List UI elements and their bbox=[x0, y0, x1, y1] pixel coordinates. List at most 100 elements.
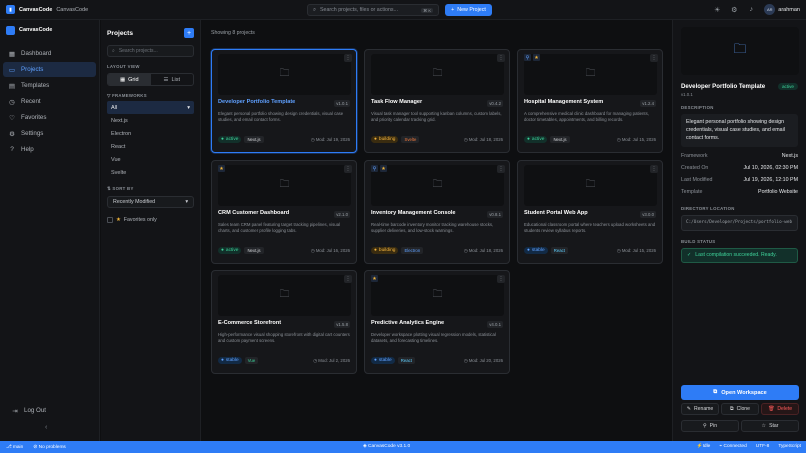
modified-date: ◷ Mod: Jul 16, 2026 bbox=[311, 248, 350, 254]
sidebar-item-recent[interactable]: ◷ Recent bbox=[3, 94, 96, 109]
star-icon: ★ bbox=[218, 165, 225, 172]
folder-icon: 🗀 bbox=[371, 54, 504, 95]
sidebar-item-label: Help bbox=[21, 146, 34, 153]
more-menu-icon[interactable]: ⋮ bbox=[344, 54, 352, 62]
status-text: active bbox=[531, 137, 545, 142]
add-project-button[interactable]: + bbox=[184, 28, 194, 38]
grid-view-button[interactable]: ▦ Grid bbox=[108, 74, 151, 85]
star-button[interactable]: ☆ Star bbox=[741, 420, 799, 432]
project-description: High-performance visual shopping storefr… bbox=[218, 332, 350, 344]
language-indicator[interactable]: TypeScript bbox=[778, 444, 801, 449]
problems-indicator[interactable]: ⊘ No problems bbox=[33, 445, 66, 450]
framework-label: Svelte bbox=[111, 169, 127, 176]
heart-icon: ♡ bbox=[9, 114, 15, 122]
delete-label: Delete bbox=[777, 406, 793, 412]
folder-icon: 🗀 bbox=[681, 27, 799, 75]
sort-select[interactable]: Recently Modified ▾ bbox=[107, 196, 194, 208]
avatar[interactable]: AR bbox=[764, 4, 776, 15]
detail-title: Developer Portfolio Template bbox=[681, 83, 766, 90]
project-card[interactable]: 🗀 ★ ⋮ CRM Customer Dashboard v2.1.0 Sale… bbox=[211, 160, 357, 264]
project-grid: Showing 8 projects 🗀 ⋮ Developer Portfol… bbox=[202, 20, 671, 441]
folder-icon: 🗀 bbox=[371, 275, 504, 316]
modified-text: Mod: Jul 19, 2026 bbox=[315, 136, 350, 142]
project-title: Inventory Management Console bbox=[371, 210, 456, 216]
top-bar: ▮ CanvasCode CanvasCode ⌕ Search project… bbox=[0, 0, 806, 20]
detail-key: Template bbox=[681, 188, 703, 195]
sidebar: CanvasCode ▦ Dashboard ▭ Projects ▤ Templat… bbox=[0, 20, 100, 441]
framework-item-svelte[interactable]: Svelte bbox=[107, 166, 194, 179]
user-name[interactable]: arahman bbox=[778, 7, 800, 13]
project-version: v3.0.0 bbox=[640, 211, 656, 218]
project-version: v0.4.2 bbox=[487, 100, 503, 107]
status-badge: active bbox=[777, 83, 798, 90]
project-card[interactable]: 🗀 ⋮ Developer Portfolio Template v1.0.1 … bbox=[211, 49, 357, 153]
pin-button[interactable]: ⚲ Pin bbox=[681, 420, 739, 432]
favorites-checkbox[interactable] bbox=[107, 217, 113, 223]
detail-actions: ✎ Rename ⧉ Clone 🗑 Delete bbox=[681, 403, 799, 415]
project-card[interactable]: 🗀 ⋮ Task Flow Manager v0.4.2 Visual task… bbox=[364, 49, 510, 153]
framework-item-vue[interactable]: Vue bbox=[107, 153, 194, 166]
sidebar-item-label: Templates bbox=[21, 82, 50, 89]
project-card[interactable]: 🗀 ⚲ ★ ⋮ Inventory Management Console v0.8… bbox=[364, 160, 510, 264]
framework-tag: Electron bbox=[401, 247, 424, 254]
folder-icon: 🗀 bbox=[218, 165, 351, 206]
more-menu-icon[interactable]: ⋮ bbox=[497, 165, 505, 173]
framework-item-all[interactable]: All ▾ bbox=[107, 101, 194, 114]
project-card[interactable]: 🗀 ★ ⋮ Predictive Analytics Engine v4.0.1… bbox=[364, 270, 510, 374]
branch-icon: ⎇ bbox=[6, 444, 13, 450]
directory-path[interactable]: C:/Users/Developer/Projects/portfolio-we… bbox=[681, 214, 798, 231]
sidebar-item-help[interactable]: ? Help bbox=[3, 142, 96, 157]
more-menu-icon[interactable]: ⋮ bbox=[497, 275, 505, 283]
detail-value: Portfolio Website bbox=[758, 188, 798, 195]
status-center: ◈ CanvasCode v3.1.0 bbox=[363, 444, 410, 449]
folder-icon: 🗀 bbox=[524, 54, 657, 95]
delete-button[interactable]: 🗑 Delete bbox=[761, 403, 799, 415]
framework-label: Vue bbox=[111, 156, 121, 163]
project-title: Hospital Management System bbox=[524, 99, 604, 105]
more-menu-icon[interactable]: ⋮ bbox=[344, 275, 352, 283]
global-search-input[interactable]: ⌕ Search projects, files or actions... ⌘… bbox=[307, 4, 439, 16]
sidebar-item-favorites[interactable]: ♡ Favorites bbox=[3, 110, 96, 125]
project-description: Sales team CRM panel featuring target tr… bbox=[218, 222, 341, 234]
theme-icon[interactable]: ☀ bbox=[713, 6, 721, 14]
modified-text: Mod: Jul 15, 2026 bbox=[621, 136, 656, 142]
grid-label: Grid bbox=[128, 76, 139, 83]
rename-button[interactable]: ✎ Rename bbox=[681, 403, 719, 415]
sidebar-item-projects[interactable]: ▭ Projects bbox=[3, 62, 96, 77]
status-badge: ● stable bbox=[218, 357, 242, 364]
sidebar-item-templates[interactable]: ▤ Templates bbox=[3, 78, 96, 93]
project-card[interactable]: 🗀 ⋮ E-Commerce Storefront v1.5.8 High-pe… bbox=[211, 270, 357, 374]
sidebar-item-dashboard[interactable]: ▦ Dashboard bbox=[3, 46, 96, 61]
framework-item-electron[interactable]: Electron bbox=[107, 127, 194, 140]
project-search-input[interactable]: ⌕ Search projects... bbox=[107, 45, 194, 57]
more-menu-icon[interactable]: ⋮ bbox=[497, 54, 505, 62]
project-description: Real-time barcode inventory monitor trac… bbox=[371, 222, 494, 234]
bell-icon[interactable]: ♪ bbox=[747, 6, 755, 14]
project-card[interactable]: 🗀 ⋮ Student Portal Web App v3.0.0 Educat… bbox=[517, 160, 663, 264]
more-menu-icon[interactable]: ⋮ bbox=[344, 165, 352, 173]
open-workspace-button[interactable]: ⧉ Open Workspace bbox=[681, 385, 799, 400]
project-title: E-Commerce Storefront bbox=[218, 320, 282, 326]
collapse-sidebar-icon[interactable]: ‹ bbox=[45, 424, 47, 431]
app-logo[interactable]: ▮ CanvasCode CanvasCode bbox=[0, 5, 100, 14]
branch-indicator[interactable]: ⎇ main bbox=[6, 445, 23, 450]
gear-icon[interactable]: ⚙ bbox=[730, 6, 738, 14]
modified-date: ◷ Mod: Jul 15, 2026 bbox=[617, 248, 656, 254]
detail-row-modified: Last Modified Jul 19, 2026, 12:10 PM bbox=[681, 177, 798, 183]
framework-item-nextjs[interactable]: Next.js bbox=[107, 114, 194, 127]
logo-icon bbox=[6, 25, 15, 35]
modified-text: Mod: Jul 15, 2026 bbox=[621, 247, 656, 253]
list-view-button[interactable]: ☰ List bbox=[151, 74, 194, 85]
star-icon: ★ bbox=[380, 165, 387, 172]
encoding-indicator[interactable]: UTF-8 bbox=[756, 444, 770, 449]
clone-button[interactable]: ⧉ Clone bbox=[721, 403, 759, 415]
framework-item-react[interactable]: React bbox=[107, 140, 194, 153]
logout-button[interactable]: ⇥ Log Out bbox=[6, 403, 100, 418]
new-project-button[interactable]: + New Project bbox=[445, 4, 492, 16]
sidebar-item-settings[interactable]: ⚙ Settings bbox=[3, 126, 96, 141]
more-menu-icon[interactable]: ⋮ bbox=[650, 54, 658, 62]
more-menu-icon[interactable]: ⋮ bbox=[650, 165, 658, 173]
project-card[interactable]: 🗀 ⚲ ★ ⋮ Hospital Management System v1.2.4… bbox=[517, 49, 663, 153]
sidebar-brand[interactable]: CanvasCode bbox=[0, 20, 99, 40]
favorites-only-toggle[interactable]: ★ Favorites only bbox=[107, 217, 194, 223]
